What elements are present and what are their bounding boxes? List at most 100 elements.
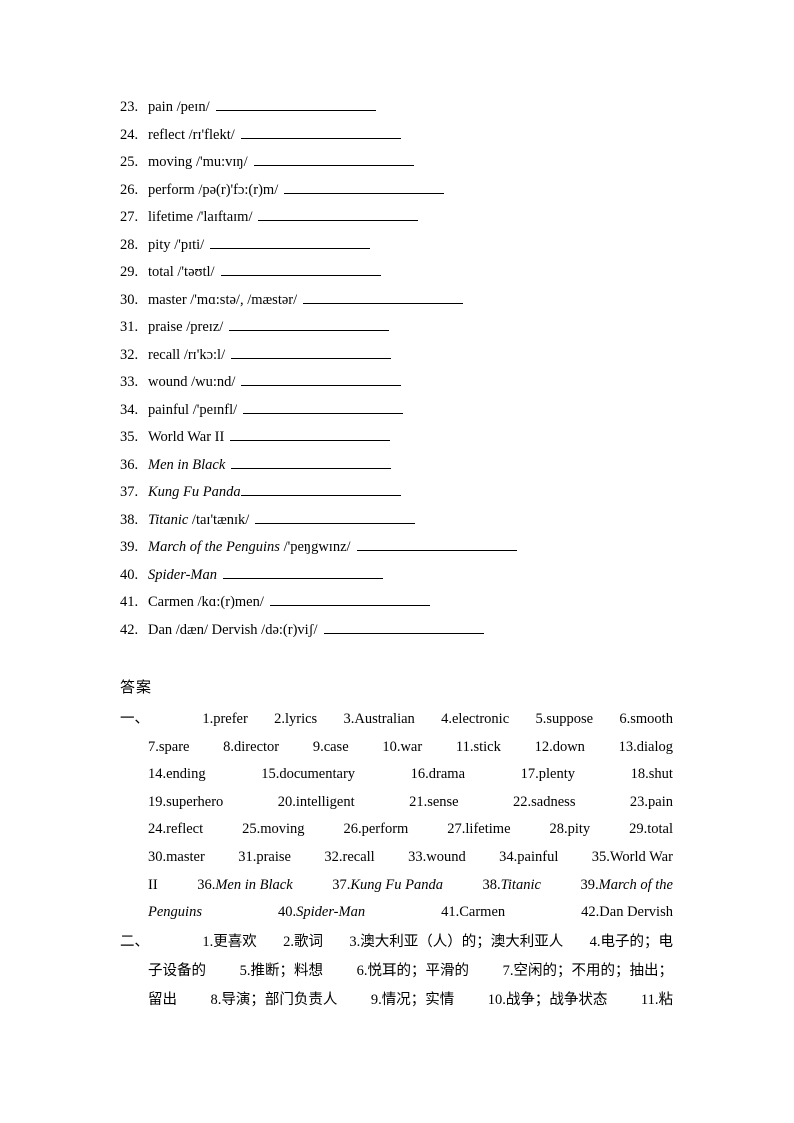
phonetic: /taɪ'tænɪk/: [191, 511, 250, 528]
answer-item: 19.superhero: [148, 793, 224, 810]
answer-item: 34.painful: [499, 848, 559, 865]
answer-item: 5.suppose: [535, 711, 594, 727]
answer-item: 16.drama: [410, 766, 466, 783]
phonetic: /wu:nd/: [191, 374, 236, 390]
item-number: 23.: [120, 99, 139, 115]
vocab-word: praise: [148, 319, 183, 335]
item-number: 4.: [589, 934, 601, 950]
vocab-word: reflect: [148, 126, 186, 143]
vocab-item: 26. perform /pə(r)'fɔ:(r)m/: [120, 178, 680, 206]
vocab-item: 31. praise /preɪz/: [120, 315, 680, 343]
answer-item: 23.pain: [629, 793, 673, 810]
answer-item: 13.dialog: [618, 738, 673, 755]
item-number: 42.: [120, 621, 139, 638]
answer-blank[interactable]: [215, 96, 376, 111]
answer-item: 36.Men in Black: [197, 876, 293, 893]
item-number: 31.: [120, 319, 139, 335]
answer-line: 24.reflect 25.moving 26.perform 27.lifetime…: [120, 817, 673, 845]
phonetic: /'mɑ:stə/, /mæstər/: [190, 291, 298, 308]
vocab-word: lifetime: [148, 209, 194, 225]
vocab-item: 23. pain /peɪn/: [120, 95, 680, 123]
vocab-word: pity: [148, 236, 171, 253]
vocab-word: wound: [148, 374, 188, 390]
vocab-item: 34. painful /'peɪnfl/: [120, 398, 680, 426]
answer-section-chinese: 二、 1.更喜欢 2.歌词 3.澳大利亚（人）的；澳大利亚人 4.电子的；电 子设备的 5.…: [120, 929, 673, 1016]
answer-blank[interactable]: [323, 619, 484, 634]
answer-blank[interactable]: [253, 151, 414, 166]
answer-item: 9.case: [312, 738, 349, 755]
phonetic: /'peɪnfl/: [192, 401, 238, 418]
vocab-word: Kung Fu Panda: [148, 484, 241, 500]
answer-blank[interactable]: [240, 481, 401, 496]
answer-item: 14.ending: [148, 766, 206, 783]
answer-title: Titanic: [500, 876, 541, 893]
answer-blank[interactable]: [220, 261, 381, 276]
answer-item: 27.lifetime: [447, 821, 511, 838]
answer-blank[interactable]: [356, 536, 517, 551]
answer-item: 32.recall: [324, 848, 375, 865]
answer-item: 38.Titanic: [482, 876, 541, 893]
item-number: 39.: [120, 539, 139, 555]
vocab-word: total: [148, 264, 174, 280]
answer-line: 19.superhero 20.intelligent 21.sense 22.sad…: [120, 790, 673, 818]
answer-item: 22.sadness: [513, 793, 576, 810]
answer-blank[interactable]: [284, 179, 445, 194]
answer-title: Men in Black: [215, 876, 293, 893]
item-number: 37.: [120, 484, 139, 500]
answer-item: 2.歌词: [283, 934, 323, 950]
answer-line: 子设备的 5.推断；料想 6.悦耳的；平滑的 7.空闲的；不用的；抽出；: [120, 958, 673, 987]
answer-line: 30.master 31.praise 32.recall 33.wound 34.pa…: [120, 845, 673, 873]
answer-blank[interactable]: [231, 454, 392, 469]
answer-item: 3.澳大利亚（人）的；澳大利亚人: [349, 934, 564, 950]
item-number: 34.: [120, 401, 139, 418]
answer-section-english: 一、 1.prefer 2.lyrics 3.Australian 4.electron…: [120, 707, 673, 928]
phonetic: /'pɪti/: [174, 236, 205, 253]
answer-line: 14.ending 15.documentary 16.drama 17.plenty…: [120, 762, 673, 790]
answer-item: 10.战争；战争状态: [487, 992, 608, 1008]
answer-blank[interactable]: [241, 371, 402, 386]
vocab-item: 32. recall /rɪ'kɔ:l/: [120, 343, 680, 371]
answer-item: 3.Australian: [343, 711, 415, 727]
answer-line: 留出 8.导演；部门负责人 9.情况；实情 10.战争；战争状态 11.粘: [120, 987, 673, 1016]
answer-blank[interactable]: [240, 124, 401, 139]
phonetic: /pə(r)'fɔ:(r)m/: [198, 181, 279, 198]
vocab-item: 35. World War II: [120, 425, 680, 453]
answer-line: 一、 1.prefer 2.lyrics 3.Australian 4.electron…: [120, 707, 673, 735]
answer-blank[interactable]: [230, 426, 391, 441]
answer-item: 7.spare: [148, 738, 190, 755]
answer-title: Penguins: [148, 904, 202, 921]
answer-item: 37.Kung Fu Panda: [332, 876, 443, 893]
vocab-word: painful: [148, 401, 190, 418]
item-number: 6.: [356, 963, 368, 979]
answer-item: 20.intelligent: [277, 793, 355, 810]
answer-item: 6.smooth: [619, 711, 673, 727]
answer-blank[interactable]: [303, 289, 464, 304]
answer-blank[interactable]: [258, 206, 419, 221]
answer-item: 31.praise: [238, 848, 291, 865]
answer-blank[interactable]: [210, 234, 371, 249]
vocab-item: 37. Kung Fu Panda: [120, 480, 680, 508]
section-marker: 二、: [120, 934, 149, 950]
answer-blank[interactable]: [269, 591, 430, 606]
answer-line: Penguins 40.Spider-Man 41.Carmen 42.Dan Der…: [120, 900, 673, 928]
item-number: 41.: [120, 594, 139, 610]
answer-item: 39.March of the: [580, 876, 673, 893]
vocab-word: Carmen: [148, 594, 194, 610]
answer-blank[interactable]: [229, 316, 390, 331]
item-number: 28.: [120, 236, 139, 253]
answer-item: 5.推断；料想: [239, 963, 323, 979]
answer-item: 6.悦耳的；平滑的: [356, 963, 469, 979]
answer-item: 7.空闲的；不用的；抽出；: [502, 963, 673, 979]
vocabulary-list: 23. pain /peɪn/24. reflect /rɪ'flekt/25. mo…: [120, 95, 680, 645]
item-number: 7.: [502, 963, 514, 979]
vocab-word: March of the Penguins: [148, 539, 280, 555]
vocab-word: recall: [148, 346, 181, 363]
phonetic: /rɪ'kɔ:l/: [183, 346, 226, 363]
answer-blank[interactable]: [231, 344, 392, 359]
item-number: 26.: [120, 181, 139, 198]
answer-blank[interactable]: [255, 509, 416, 524]
answer-blank[interactable]: [243, 399, 404, 414]
vocab-word: Spider-Man: [148, 566, 217, 583]
item-number: 1.: [202, 934, 214, 950]
answer-blank[interactable]: [222, 564, 383, 579]
